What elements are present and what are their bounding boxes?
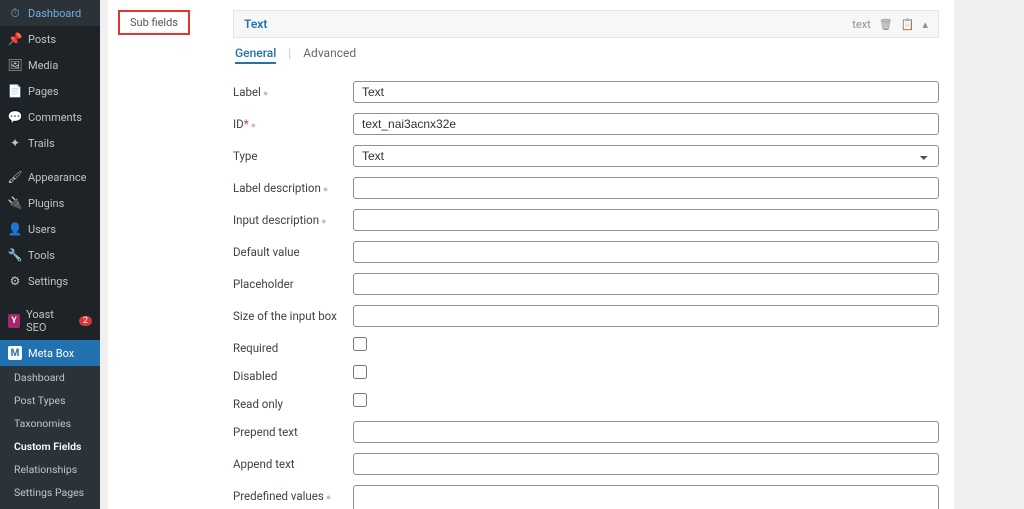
hint-icon: ● — [321, 217, 326, 227]
metabox-submenu: Dashboard Post Types Taxonomies Custom F… — [0, 366, 100, 509]
sidebar-label: Posts — [28, 33, 56, 46]
hint-icon: ● — [323, 185, 328, 195]
hint-icon: ● — [251, 121, 256, 131]
appearance-icon: 🖌 — [8, 170, 22, 184]
comments-icon: 💬 — [8, 110, 22, 124]
sidebar-item-tools[interactable]: 🔧 Tools — [0, 242, 100, 268]
sidebar-item-posts[interactable]: 📌 Posts — [0, 26, 100, 52]
default-input[interactable] — [353, 241, 939, 263]
sidebar-label: Pages — [28, 85, 59, 98]
sidebar-item-comments[interactable]: 💬 Comments — [0, 104, 100, 130]
sidebar-label: Tools — [28, 249, 55, 262]
size-input[interactable] — [353, 305, 939, 327]
label-input-desc: Input description — [233, 213, 319, 227]
sidebar-item-trails[interactable]: ✦ Trails — [0, 130, 100, 156]
label-default: Default value — [233, 245, 300, 259]
dashboard-icon: ⏱ — [8, 6, 22, 20]
input-desc-input[interactable] — [353, 209, 939, 231]
sidebar-item-pages[interactable]: 📄 Pages — [0, 78, 100, 104]
label-label: Label — [233, 85, 261, 99]
predefined-textarea[interactable] — [353, 485, 939, 509]
sidebar-item-yoast[interactable]: Y Yoast SEO 2 — [0, 302, 100, 340]
pages-icon: 📄 — [8, 84, 22, 98]
required-checkbox[interactable] — [353, 337, 367, 351]
label-placeholder: Placeholder — [233, 277, 294, 291]
field-type-tag: text — [852, 18, 871, 31]
settings-icon: ⚙ — [8, 274, 22, 288]
submenu-custom-fields[interactable]: Custom Fields — [0, 435, 100, 458]
sidebar-item-settings[interactable]: ⚙ Settings — [0, 268, 100, 294]
sidebar-label: Settings — [28, 275, 68, 288]
append-input[interactable] — [353, 453, 939, 475]
field-editor: Text text 🗑 📋 ▴ General | Advanced Label… — [228, 0, 954, 509]
metabox-icon: M — [8, 346, 22, 360]
field-header-title: Text — [244, 17, 267, 31]
main-content: Sub fields Text text 🗑 📋 ▴ General | Adv… — [108, 0, 954, 509]
label-required: Required — [233, 341, 278, 355]
sidebar-label: Meta Box — [28, 347, 74, 360]
field-header[interactable]: Text text 🗑 📋 ▴ — [233, 10, 939, 38]
sidebar-label: Trails — [28, 137, 55, 150]
submenu-settings-pages[interactable]: Settings Pages — [0, 481, 100, 504]
tab-advanced[interactable]: Advanced — [303, 46, 356, 64]
tab-divider: | — [288, 46, 291, 64]
admin-sidebar: ⏱ Dashboard 📌 Posts 🖼 Media 📄 Pages 💬 Comment… — [0, 0, 100, 509]
media-icon: 🖼 — [8, 58, 22, 72]
sidebar-label: Users — [28, 223, 56, 236]
id-input[interactable] — [353, 113, 939, 135]
sidebar-label: Dashboard — [28, 7, 81, 20]
required-marker: * — [244, 117, 249, 131]
yoast-icon: Y — [8, 314, 20, 328]
label-prepend: Prepend text — [233, 425, 298, 439]
type-select[interactable]: Text — [353, 145, 939, 167]
tools-icon: 🔧 — [8, 248, 22, 262]
label-id: ID — [233, 117, 244, 131]
users-icon: 👤 — [8, 222, 22, 236]
prepend-input[interactable] — [353, 421, 939, 443]
hint-icon: ● — [263, 89, 268, 99]
sidebar-label: Comments — [28, 111, 82, 124]
field-tabs: General | Advanced — [233, 38, 939, 72]
submenu-post-types[interactable]: Post Types — [0, 389, 100, 412]
collapse-icon[interactable]: ▴ — [922, 18, 928, 31]
submenu-relationships[interactable]: Relationships — [0, 458, 100, 481]
label-readonly: Read only — [233, 397, 283, 411]
notification-badge: 2 — [79, 316, 92, 326]
label-label-desc: Label description — [233, 181, 321, 195]
sidebar-item-users[interactable]: 👤 Users — [0, 216, 100, 242]
sidebar-label: Media — [28, 59, 58, 72]
field-form: Label● ID*● TypeText Label description● … — [233, 72, 939, 509]
sub-fields-heading: Sub fields — [118, 10, 190, 35]
posts-icon: 📌 — [8, 32, 22, 46]
trails-icon: ✦ — [8, 136, 22, 150]
placeholder-input[interactable] — [353, 273, 939, 295]
hint-icon: ● — [326, 493, 331, 503]
label-disabled: Disabled — [233, 369, 277, 383]
plugins-icon: 🔌 — [8, 196, 22, 210]
sidebar-label: Plugins — [28, 197, 64, 210]
sidebar-item-dashboard[interactable]: ⏱ Dashboard — [0, 0, 100, 26]
sidebar-item-media[interactable]: 🖼 Media — [0, 52, 100, 78]
submenu-taxonomies[interactable]: Taxonomies — [0, 412, 100, 435]
tab-general[interactable]: General — [235, 46, 276, 64]
sidebar-label: Appearance — [28, 171, 87, 184]
sidebar-item-metabox[interactable]: M Meta Box — [0, 340, 100, 366]
duplicate-icon[interactable]: 📋 — [901, 18, 915, 31]
label-input[interactable] — [353, 81, 939, 103]
label-append: Append text — [233, 457, 295, 471]
readonly-checkbox[interactable] — [353, 393, 367, 407]
disabled-checkbox[interactable] — [353, 365, 367, 379]
sidebar-item-plugins[interactable]: 🔌 Plugins — [0, 190, 100, 216]
sidebar-item-appearance[interactable]: 🖌 Appearance — [0, 164, 100, 190]
label-predefined: Predefined values — [233, 489, 324, 503]
delete-icon[interactable]: 🗑 — [879, 18, 893, 31]
label-size: Size of the input box — [233, 309, 337, 323]
label-type: Type — [233, 149, 257, 163]
left-column: Sub fields — [108, 0, 228, 509]
label-desc-input[interactable] — [353, 177, 939, 199]
submenu-dashboard[interactable]: Dashboard — [0, 366, 100, 389]
submenu-views[interactable]: Views — [0, 504, 100, 509]
sidebar-label: Yoast SEO — [26, 308, 70, 334]
